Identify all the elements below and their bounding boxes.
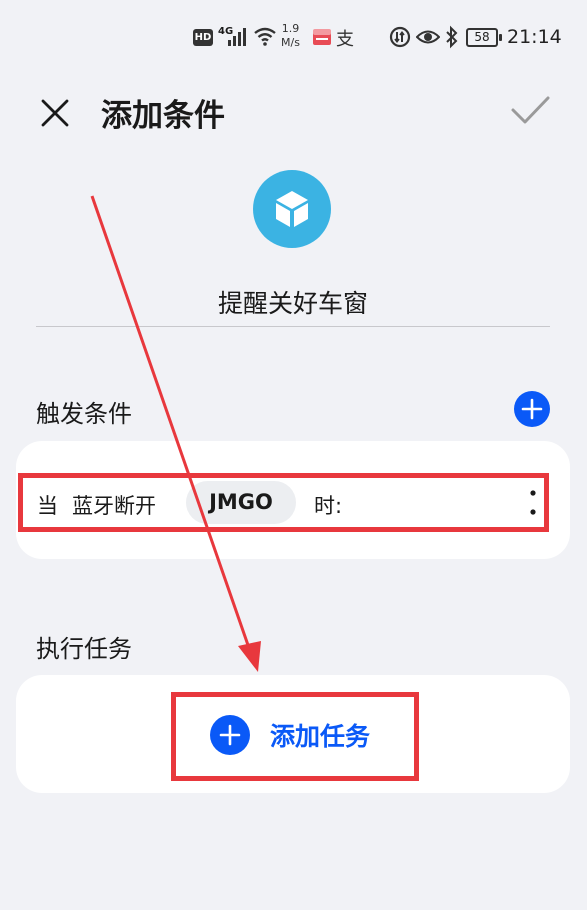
speed-value: 1.9 — [281, 22, 300, 35]
scene-name-underline — [36, 326, 550, 327]
speed-unit: M/s — [281, 36, 300, 49]
notification-app-icon — [313, 29, 331, 45]
top-app-bar: 添加条件 — [0, 76, 587, 146]
condition-event: 蓝牙断开 — [72, 494, 156, 518]
add-task-icon-badge — [210, 715, 250, 755]
data-saver-icon — [389, 26, 411, 48]
scene-icon-badge[interactable] — [253, 170, 331, 248]
eye-comfort-icon — [416, 30, 440, 44]
plus-icon — [521, 398, 543, 420]
battery-icon: 58 — [466, 28, 502, 47]
condition-suffix: 时: — [314, 494, 343, 518]
hd-indicator: HD — [193, 29, 213, 46]
device-chip[interactable]: JMGO — [186, 481, 296, 524]
scene-header: 提醒关好车窗 — [36, 146, 550, 374]
condition-item[interactable]: 当 蓝牙断开 JMGO 时: — [18, 473, 549, 532]
page-title: 添加条件 — [101, 98, 225, 134]
scene-name-field[interactable]: 提醒关好车窗 — [36, 284, 550, 320]
more-options-icon[interactable] — [523, 486, 543, 520]
bluetooth-icon — [446, 25, 458, 49]
status-bar: HD 4G 1.9 M/s 支 58 21:14 — [0, 0, 587, 76]
add-task-button[interactable]: 添加任务 — [171, 692, 419, 781]
trigger-section-title: 触发条件 — [36, 400, 132, 428]
status-time: 21:14 — [507, 26, 562, 48]
network-speed: 1.9 M/s — [281, 22, 300, 50]
cube-icon — [276, 191, 308, 227]
wifi-icon — [254, 27, 276, 46]
task-section-title: 执行任务 — [36, 635, 132, 663]
add-task-label: 添加任务 — [270, 722, 371, 751]
plus-icon — [219, 724, 241, 746]
condition-prefix: 当 — [37, 494, 58, 518]
signal-icon — [228, 28, 246, 46]
close-icon[interactable] — [36, 94, 74, 132]
alipay-notification-icon: 支 — [336, 29, 354, 50]
add-condition-button[interactable] — [514, 391, 550, 427]
check-icon[interactable] — [509, 92, 551, 128]
